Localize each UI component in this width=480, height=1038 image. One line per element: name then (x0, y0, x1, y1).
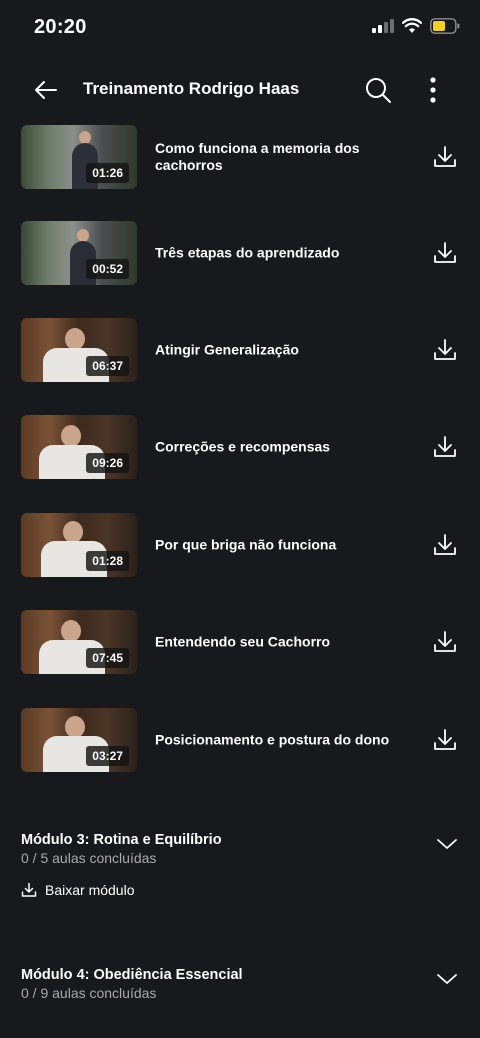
search-button[interactable] (362, 74, 394, 106)
expand-module-button[interactable] (436, 836, 458, 852)
lesson-item[interactable]: 07:45 Entendendo seu Cachorro (0, 610, 480, 674)
download-icon (434, 242, 456, 263)
download-icon (434, 436, 456, 457)
status-bar: 20:20 (0, 0, 480, 56)
search-icon (366, 78, 391, 103)
lesson-item[interactable]: 01:26 Como funciona a memoria dos cachor… (0, 125, 480, 189)
download-icon (434, 729, 456, 750)
chevron-down-icon (437, 974, 457, 984)
video-duration: 09:26 (86, 453, 129, 473)
page-title: Treinamento Rodrigo Haas (83, 79, 300, 98)
lesson-title: Correções e recompensas (155, 438, 331, 455)
more-vertical-icon (430, 77, 436, 103)
download-icon (434, 534, 456, 555)
module-section: Módulo 3: Rotina e Equilíbrio 0 / 5 aula… (0, 832, 480, 912)
video-thumbnail: 09:26 (21, 415, 137, 479)
download-icon (21, 882, 37, 897)
back-button[interactable] (30, 74, 62, 106)
cellular-signal-icon (372, 19, 394, 33)
video-duration: 07:45 (86, 648, 129, 668)
video-thumbnail: 07:45 (21, 610, 137, 674)
wifi-icon (402, 18, 422, 33)
download-module-button[interactable]: Baixar módulo (21, 882, 135, 898)
module-progress: 0 / 9 aulas concluídas (21, 985, 157, 1001)
module-title[interactable]: Módulo 3: Rotina e Equilíbrio (21, 832, 222, 848)
arrow-left-icon (35, 81, 57, 99)
lesson-title: Entendendo seu Cachorro (155, 633, 331, 650)
lesson-title: Atingir Generalização (155, 341, 299, 358)
lesson-item[interactable]: 01:28 Por que briga não funciona (0, 513, 480, 577)
download-button[interactable] (432, 434, 458, 460)
download-button[interactable] (432, 240, 458, 266)
download-button[interactable] (432, 337, 458, 363)
video-thumbnail: 01:26 (21, 125, 137, 189)
download-icon (434, 146, 456, 167)
expand-module-button[interactable] (436, 971, 458, 987)
chevron-down-icon (437, 839, 457, 849)
module-progress: 0 / 5 aulas concluídas (21, 850, 157, 866)
lesson-title: Três etapas do aprendizado (155, 244, 340, 261)
video-thumbnail: 00:52 (21, 221, 137, 285)
module-title[interactable]: Módulo 4: Obediência Essencial (21, 967, 243, 983)
more-options-button[interactable] (420, 74, 446, 106)
video-duration: 03:27 (86, 746, 129, 766)
battery-icon (430, 18, 460, 34)
lesson-item[interactable]: 03:27 Posicionamento e postura do dono (0, 708, 480, 772)
lesson-item[interactable]: 06:37 Atingir Generalização (0, 318, 480, 382)
video-duration: 00:52 (86, 259, 129, 279)
module-section: Módulo 4: Obediência Essencial 0 / 9 aul… (0, 967, 480, 1017)
download-icon (434, 631, 456, 652)
lesson-title: Por que briga não funciona (155, 536, 337, 553)
download-button[interactable] (432, 727, 458, 753)
video-thumbnail: 01:28 (21, 513, 137, 577)
lesson-item[interactable]: 09:26 Correções e recompensas (0, 415, 480, 479)
download-icon (434, 339, 456, 360)
video-duration: 01:28 (86, 551, 129, 571)
download-module-label: Baixar módulo (45, 882, 135, 898)
lesson-title: Como funciona a memoria dos cachorros (155, 140, 360, 173)
video-thumbnail: 06:37 (21, 318, 137, 382)
app-header: Treinamento Rodrigo Haas (0, 60, 480, 120)
video-duration: 01:26 (86, 163, 129, 183)
download-button[interactable] (432, 532, 458, 558)
status-time: 20:20 (34, 16, 87, 38)
download-button[interactable] (432, 144, 458, 170)
download-button[interactable] (432, 629, 458, 655)
lesson-title: Posicionamento e postura do dono (155, 731, 390, 748)
video-thumbnail: 03:27 (21, 708, 137, 772)
lesson-item[interactable]: 00:52 Três etapas do aprendizado (0, 221, 480, 285)
video-duration: 06:37 (86, 356, 129, 376)
status-icons (372, 18, 460, 34)
